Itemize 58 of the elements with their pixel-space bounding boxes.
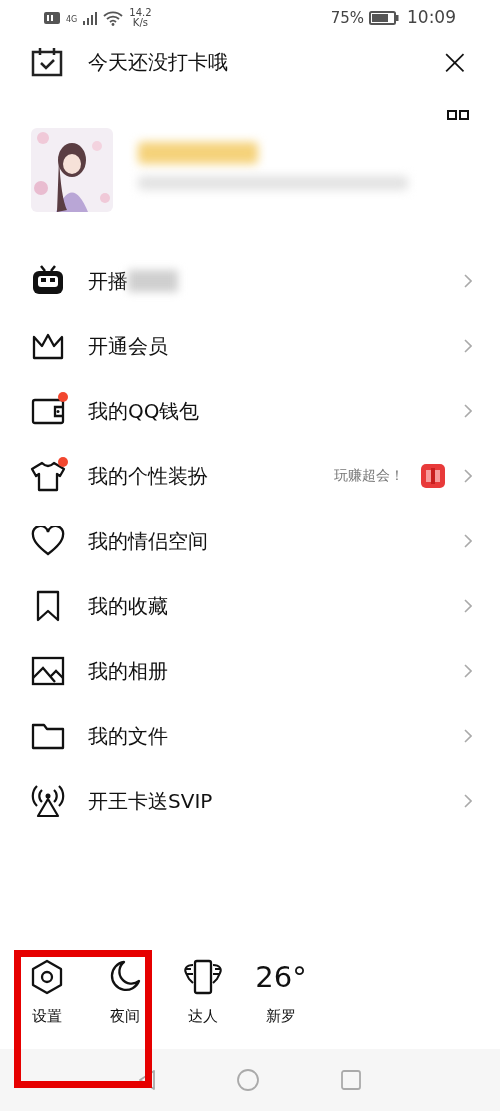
shirt-icon bbox=[30, 459, 66, 492]
network-speed: 14.2 bbox=[129, 8, 152, 18]
heart-icon bbox=[31, 525, 65, 556]
chevron-right-icon bbox=[464, 468, 472, 483]
temperature: 26° bbox=[255, 959, 307, 995]
menu-item[interactable]: 开播 bbox=[0, 248, 500, 313]
gift-badge-icon bbox=[420, 462, 446, 489]
tv-robot-icon bbox=[31, 264, 65, 297]
expert-button[interactable]: 达人 bbox=[174, 959, 232, 1028]
antenna-icon bbox=[30, 783, 66, 818]
calendar-check-icon[interactable] bbox=[31, 47, 63, 77]
menu-label: 我的个性装扮 bbox=[88, 462, 208, 490]
menu-item[interactable]: 我的收藏 bbox=[0, 573, 500, 638]
chevron-right-icon bbox=[464, 533, 472, 548]
chevron-right-icon bbox=[464, 793, 472, 808]
menu-label: 开王卡送SVIP bbox=[88, 787, 213, 815]
wifi-icon bbox=[103, 10, 124, 26]
clock: 10:09 bbox=[407, 6, 456, 30]
button-label: 设置 bbox=[32, 1006, 62, 1027]
chevron-right-icon bbox=[464, 598, 472, 613]
qr-code-icon[interactable] bbox=[447, 110, 469, 120]
battery-icon bbox=[369, 11, 399, 25]
menu-item[interactable]: 我的文件 bbox=[0, 703, 500, 768]
battery-percent: 75% bbox=[330, 7, 364, 29]
check-in-prompt[interactable]: 今天还没打卡哦 bbox=[88, 47, 440, 77]
chevron-right-icon bbox=[464, 338, 472, 353]
menu-label: 我的收藏 bbox=[88, 592, 168, 620]
menu-item[interactable]: 开通会员 bbox=[0, 313, 500, 378]
menu-label: 开通会员 bbox=[88, 332, 168, 360]
signal-icon bbox=[83, 11, 98, 25]
promo-text: 玩赚超会！ bbox=[334, 466, 404, 485]
menu-item[interactable]: 我的QQ钱包 bbox=[0, 378, 500, 443]
button-label: 夜间 bbox=[110, 1006, 140, 1027]
menu-item[interactable]: 我的情侣空间 bbox=[0, 508, 500, 573]
city-name: 新罗 bbox=[266, 1006, 296, 1027]
image-icon bbox=[31, 655, 65, 686]
night-button[interactable]: 夜间 bbox=[96, 959, 154, 1028]
menu-item[interactable]: 我的个性装扮 玩赚超会！ bbox=[0, 443, 500, 508]
menu-item[interactable]: 我的相册 bbox=[0, 638, 500, 703]
menu-label: 我的QQ钱包 bbox=[88, 397, 200, 425]
winged-phone-icon bbox=[183, 959, 223, 995]
speed-unit: K/s bbox=[132, 18, 148, 28]
menu-label: 我的文件 bbox=[88, 722, 168, 750]
menu-label: 我的相册 bbox=[88, 657, 168, 685]
chevron-right-icon bbox=[464, 403, 472, 418]
chevron-right-icon bbox=[464, 728, 472, 743]
menu-item[interactable]: 开王卡送SVIP bbox=[0, 768, 500, 833]
network-type: 4G bbox=[66, 16, 78, 24]
close-button[interactable]: × bbox=[439, 44, 470, 80]
back-icon[interactable] bbox=[138, 1069, 156, 1091]
menu-label: 我的情侣空间 bbox=[88, 527, 208, 555]
button-label: 达人 bbox=[188, 1006, 218, 1027]
weather-widget[interactable]: 26° 新罗 bbox=[252, 959, 310, 1028]
settings-button[interactable]: 设置 bbox=[18, 959, 76, 1028]
chevron-right-icon bbox=[464, 663, 472, 678]
chevron-right-icon bbox=[464, 273, 472, 288]
menu-label: 开播 bbox=[88, 267, 128, 295]
settings-icon bbox=[30, 959, 64, 995]
